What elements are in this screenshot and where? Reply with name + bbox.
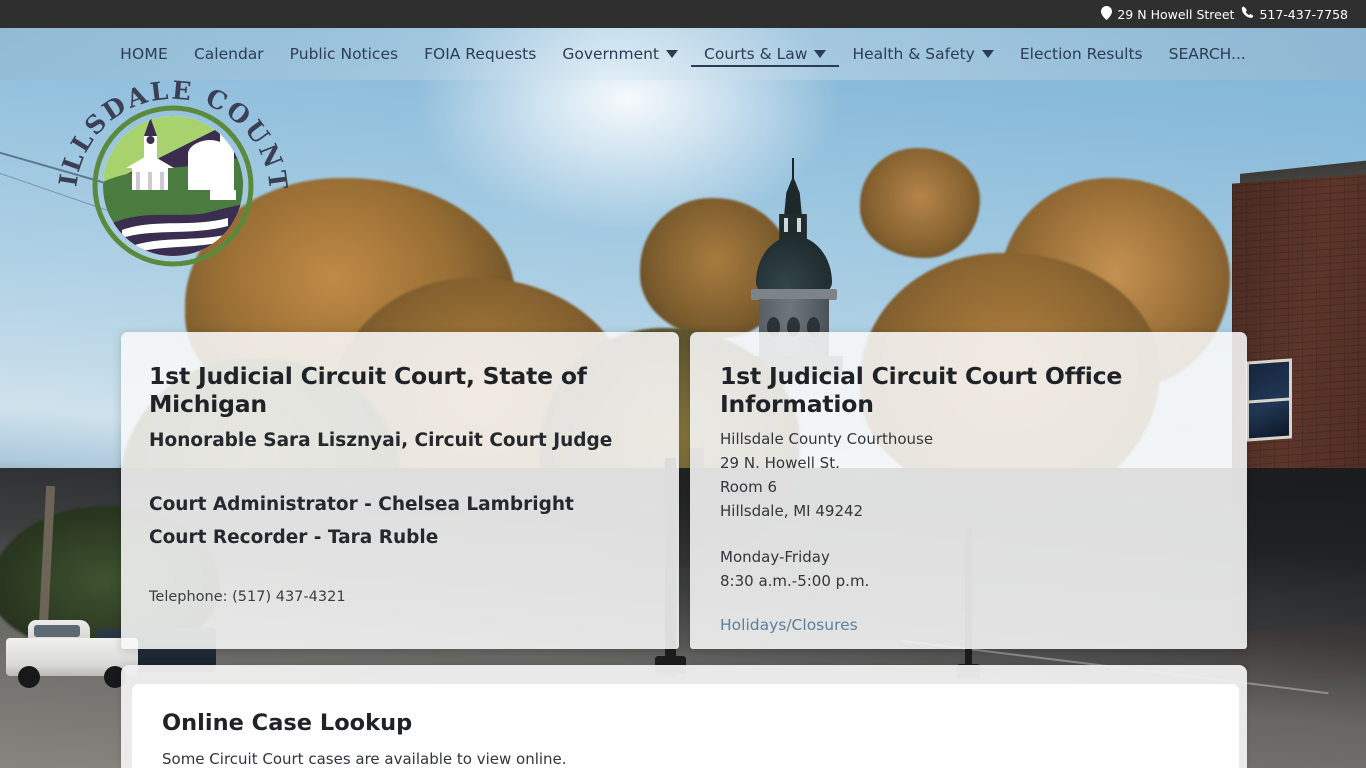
nav-item-calendar[interactable]: Calendar	[181, 41, 277, 67]
building-window	[1246, 358, 1292, 442]
nav-link-foia-requests[interactable]: FOIA Requests	[411, 41, 549, 67]
nav-label: Public Notices	[289, 45, 399, 63]
online-case-lookup-card: Online Case Lookup Some Circuit Court ca…	[132, 684, 1239, 768]
nav-item-government[interactable]: Government	[549, 41, 691, 67]
chevron-down-icon	[666, 50, 679, 58]
nav-label: Calendar	[193, 45, 264, 63]
address-text: 29 N Howell Street	[1117, 6, 1235, 22]
hillsdale-county-seal-icon: HILLSDALE COUNTY	[47, 55, 291, 267]
holidays-closures-link[interactable]: Holidays/Closures	[720, 616, 858, 634]
nav-item-health-safety[interactable]: Health & Safety	[839, 41, 1006, 67]
court-telephone: Telephone: (517) 437-4321	[149, 588, 346, 605]
nav-label: SEARCH...	[1168, 45, 1246, 63]
nav-link-public-notices[interactable]: Public Notices	[277, 41, 411, 67]
nav-item-election-results[interactable]: Election Results	[1007, 41, 1156, 67]
nav-label: Election Results	[1019, 45, 1143, 63]
nav-link-search[interactable]: SEARCH...	[1156, 41, 1259, 67]
nav-link-home[interactable]: HOME	[107, 41, 181, 67]
court-administrator: Court Administrator - Chelsea Lambright	[149, 493, 574, 515]
nav-label: Health & Safety	[852, 45, 975, 63]
nav-item-courts-law[interactable]: Courts & Law	[691, 41, 839, 67]
online-case-lookup-title: Online Case Lookup	[162, 710, 413, 736]
nav-link-health-safety[interactable]: Health & Safety	[839, 41, 1006, 67]
main-navigation: HOME Calendar Public Notices FOIA Reques…	[0, 28, 1366, 80]
office-address-line: Hillsdale County Courthouse	[720, 430, 934, 448]
top-utility-bar: 29 N Howell Street 517-437-7758	[0, 0, 1366, 28]
court-recorder: Court Recorder - Tara Ruble	[149, 526, 439, 548]
phone-link[interactable]: 517-437-7758	[1241, 6, 1348, 22]
office-hours-line: 8:30 a.m.-5:00 p.m.	[720, 572, 870, 590]
card-right-title: 1st Judicial Circuit Court Office Inform…	[720, 362, 1123, 418]
nav-label: HOME	[120, 45, 168, 63]
nav-list: HOME Calendar Public Notices FOIA Reques…	[107, 41, 1259, 67]
nav-label: FOIA Requests	[424, 45, 537, 63]
site-logo[interactable]: HILLSDALE COUNTY	[47, 55, 291, 274]
nav-label: Government	[562, 45, 660, 63]
nav-label: Courts & Law	[704, 45, 808, 63]
card-left-title: 1st Judicial Circuit Court, State of Mic…	[149, 362, 587, 418]
nav-link-calendar[interactable]: Calendar	[181, 41, 277, 67]
truck-wheel	[18, 666, 40, 688]
map-pin-icon	[1101, 5, 1113, 23]
court-office-info-card: 1st Judicial Circuit Court Office Inform…	[690, 332, 1247, 649]
office-address-line: 29 N. Howell St.	[720, 454, 840, 472]
nav-item-search[interactable]: SEARCH...	[1156, 41, 1259, 67]
office-address-line: Hillsdale, MI 49242	[720, 502, 864, 520]
chevron-down-icon	[981, 50, 994, 58]
phone-text: 517-437-7758	[1259, 6, 1348, 22]
dome-cupola	[756, 236, 832, 294]
nav-link-government[interactable]: Government	[549, 41, 691, 67]
nav-item-public-notices[interactable]: Public Notices	[277, 41, 411, 67]
nav-link-election-results[interactable]: Election Results	[1007, 41, 1156, 67]
nav-item-foia-requests[interactable]: FOIA Requests	[411, 41, 549, 67]
address-link[interactable]: 29 N Howell Street	[1101, 5, 1235, 23]
dome-cap	[783, 176, 803, 218]
office-hours-line: Monday-Friday	[720, 548, 830, 566]
nav-link-courts-law[interactable]: Courts & Law	[691, 41, 839, 67]
tree-foliage	[860, 148, 980, 258]
online-case-lookup-container: Online Case Lookup Some Circuit Court ca…	[121, 665, 1247, 768]
office-address-line: Room 6	[720, 478, 778, 496]
phone-icon	[1241, 6, 1254, 22]
court-overview-card: 1st Judicial Circuit Court, State of Mic…	[121, 332, 679, 649]
chevron-down-icon	[814, 50, 827, 58]
online-case-lookup-description: Some Circuit Court cases are available t…	[162, 750, 567, 768]
nav-item-home[interactable]: HOME	[107, 41, 181, 67]
judge-name: Honorable Sara Lisznyai, Circuit Court J…	[149, 430, 613, 451]
